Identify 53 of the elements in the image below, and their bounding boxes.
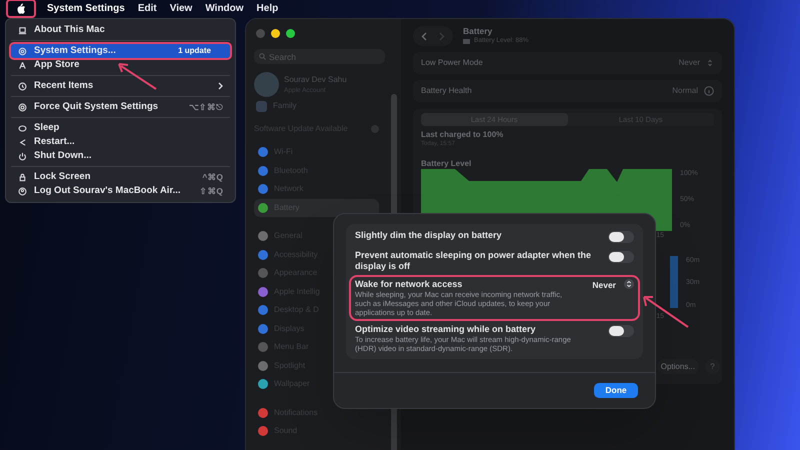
arrow (118, 63, 157, 90)
menu-title[interactable]: Edit (138, 1, 157, 16)
menu-item[interactable]: Shut Down... (11, 149, 230, 163)
keyboard-shortcut: ⇧⌘Q (199, 184, 223, 198)
menu-title[interactable]: Help (256, 1, 278, 16)
menu-item[interactable]: Log Out Sourav's MacBook Air... ⇧⌘Q (11, 184, 230, 198)
toggle-switch[interactable] (608, 251, 634, 263)
menu-item[interactable]: Sleep (11, 121, 230, 135)
menu-item[interactable]: Recent Items (11, 79, 230, 93)
setting-label: Battery Health (421, 85, 473, 97)
menu-item[interactable]: Restart... (11, 135, 230, 149)
usage-chart-drawing (670, 256, 678, 308)
toggle-switch[interactable] (608, 231, 634, 243)
lock-icon (18, 172, 27, 182)
search-icon (259, 53, 266, 60)
toggle-switch[interactable] (608, 325, 634, 337)
family-icon (256, 100, 267, 112)
avatar (254, 72, 279, 97)
chart-title: Battery Level (421, 159, 472, 169)
back-icon[interactable] (421, 32, 427, 40)
setting-value: Normal (672, 85, 698, 97)
setting-value[interactable]: Never (678, 57, 700, 69)
option-title: Slightly dim the display on battery (355, 230, 503, 241)
update-label: 1 update (178, 45, 211, 57)
option-title: Optimize video streaming while on battery (355, 324, 537, 335)
menu-item[interactable]: Lock Screen ^⌘Q (11, 170, 230, 184)
battery-icon (463, 38, 471, 44)
menu-title[interactable]: View (170, 1, 192, 16)
app-store-icon (18, 60, 27, 70)
stepper-icon[interactable] (624, 279, 634, 289)
zoom-button[interactable] (286, 29, 295, 38)
menu-title[interactable]: Window (205, 1, 244, 16)
setting-label: Low Power Mode (421, 57, 484, 69)
menu-item[interactable]: Force Quit System Settings ⌥⇧⌘⎋ (11, 100, 230, 114)
clock-icon (18, 82, 27, 90)
popup-value[interactable]: Never (592, 279, 616, 292)
last-charged-title: Last charged to 100% (421, 130, 504, 140)
pane-title: Battery (463, 26, 494, 36)
keyboard-shortcut: ⌥⇧⌘⎋ (189, 100, 223, 114)
app-menu-title[interactable]: System Settings (47, 1, 125, 16)
menu-item[interactable]: About This Mac (11, 23, 230, 37)
apple-logo-icon (16, 3, 26, 14)
option-title: Prevent automatic sleeping on power adapter when the display is off (355, 250, 592, 272)
power-icon (18, 152, 27, 160)
apple-menu-button[interactable] (8, 1, 34, 16)
done-button[interactable]: Done (594, 383, 638, 398)
minimize-button[interactable] (271, 29, 280, 38)
option-title: Wake for network access (355, 279, 464, 290)
menu-item[interactable]: System Settings... 1 update (11, 44, 230, 58)
laptop-icon (18, 26, 27, 34)
menu-item[interactable]: App Store (11, 58, 230, 72)
keyboard-shortcut: ^⌘Q (202, 170, 223, 184)
options-button[interactable]: Options... (656, 359, 699, 374)
